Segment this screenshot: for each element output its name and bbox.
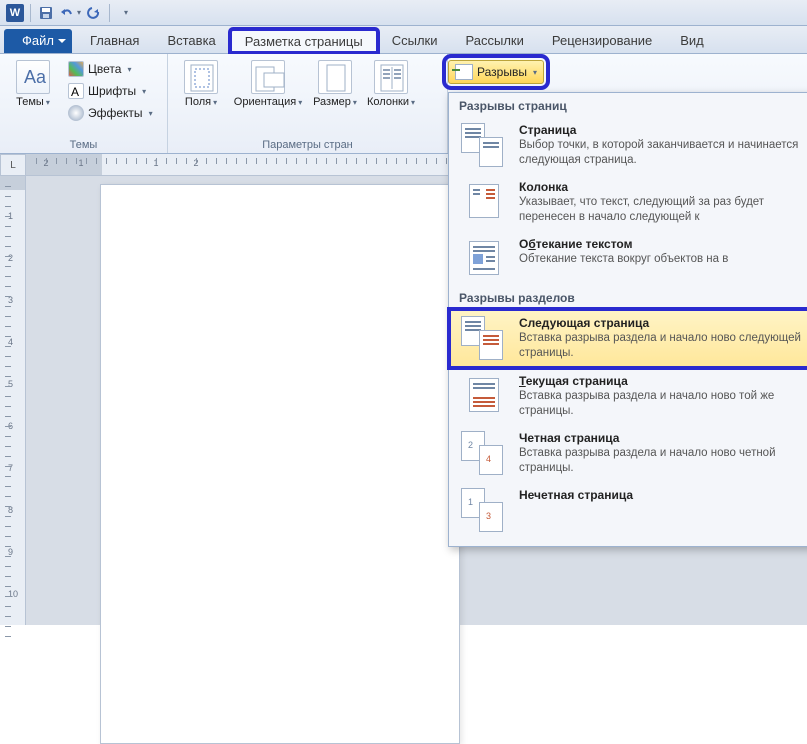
colors-label: Цвета <box>88 62 121 76</box>
fonts-button[interactable]: A Шрифты▾ <box>64 80 157 102</box>
gallery-item-desc: Вставка разрыва раздела и начало ново че… <box>519 446 807 476</box>
orientation-label: Ориентация <box>234 96 296 108</box>
gallery-item-title: Нечетная страница <box>519 488 807 502</box>
size-button[interactable]: Размер▾ <box>310 58 360 109</box>
effects-icon <box>68 105 84 121</box>
page-break-icon <box>459 123 507 165</box>
svg-text:A: A <box>71 85 79 98</box>
tab-insert[interactable]: Вставка <box>153 29 229 53</box>
gallery-item-desc: Вставка разрыва раздела и начало ново сл… <box>519 331 807 361</box>
app-icon[interactable]: W <box>4 3 26 23</box>
page-color-icon[interactable] <box>775 62 799 86</box>
tab-view[interactable]: Вид <box>666 29 718 53</box>
group-page-setup-label: Параметры стран <box>176 137 439 151</box>
customize-qa-button[interactable]: ▾ <box>114 3 136 23</box>
columns-button[interactable]: Колонки▾ <box>366 58 416 109</box>
word-icon: W <box>6 4 24 22</box>
quick-access-toolbar: W ▾ ▾ <box>0 0 807 26</box>
tab-mailings[interactable]: Рассылки <box>452 29 538 53</box>
orientation-button[interactable]: Ориентация▾ <box>232 58 304 109</box>
undo-icon <box>59 6 75 20</box>
column-break-icon <box>459 180 507 222</box>
colors-icon <box>68 61 84 77</box>
continuous-break-icon <box>459 374 507 416</box>
gallery-item-desc: Выбор точки, в которой заканчивается и н… <box>519 138 807 168</box>
gallery-item-column[interactable]: Колонка Указывает, что текст, следующий … <box>449 174 807 231</box>
gallery-item-desc: Вставка разрыва раздела и начало ново то… <box>519 389 807 419</box>
gallery-item-title: Страница <box>519 123 807 137</box>
gallery-item-next-page[interactable]: Следующая страница Вставка разрыва разде… <box>449 309 807 368</box>
margins-icon <box>184 60 218 94</box>
gallery-item-title: Колонка <box>519 180 807 194</box>
ribbon-rhs-buttons <box>737 62 799 86</box>
tab-review[interactable]: Рецензирование <box>538 29 666 53</box>
breaks-button[interactable]: Разрывы ▾ <box>448 60 544 84</box>
odd-page-break-icon: 1 3 <box>459 488 507 530</box>
chevron-down-icon: ▾ <box>124 8 128 17</box>
tab-file[interactable]: Файл <box>4 29 72 53</box>
qa-separator <box>30 4 31 22</box>
columns-icon <box>374 60 408 94</box>
svg-text:Aa: Aa <box>24 67 47 87</box>
group-themes-label: Темы <box>8 137 159 151</box>
columns-label: Колонки <box>367 96 409 108</box>
vertical-ruler[interactable]: 12345678910 <box>0 176 26 625</box>
document-page[interactable] <box>100 184 460 744</box>
gallery-item-even-page[interactable]: 2 4 Четная страница Вставка разрыва разд… <box>449 425 807 482</box>
breaks-icon <box>455 64 473 80</box>
ruler-corner[interactable]: L <box>0 154 26 176</box>
breaks-gallery: Разрывы страниц Страница Выбор точки, в … <box>448 92 807 547</box>
undo-button[interactable]: ▾ <box>59 3 81 23</box>
themes-label: Темы <box>16 96 44 108</box>
chevron-down-icon: ▾ <box>533 68 537 77</box>
gallery-item-title: Текущая страница <box>519 374 807 388</box>
margins-label: Поля <box>185 96 211 108</box>
text-wrap-break-icon <box>459 237 507 279</box>
size-label: Размер <box>313 96 351 108</box>
gallery-item-continuous[interactable]: Текущая страница Вставка разрыва раздела… <box>449 368 807 425</box>
next-page-break-icon <box>459 316 507 358</box>
redo-button[interactable] <box>83 3 105 23</box>
gallery-item-odd-page[interactable]: 1 3 Нечетная страница <box>449 482 807 536</box>
even-page-break-icon: 2 4 <box>459 431 507 473</box>
group-themes: Aa Темы▾ Цвета▾ A Шрифты▾ Эффекты▾ Темы <box>0 54 168 153</box>
gallery-header-section-breaks: Разрывы разделов <box>449 285 807 309</box>
fonts-label: Шрифты <box>88 84 136 98</box>
gallery-item-title: Следующая страница <box>519 316 807 330</box>
gallery-item-page[interactable]: Страница Выбор точки, в которой заканчив… <box>449 117 807 174</box>
gallery-item-title: Обтекание текстом <box>519 237 807 251</box>
margins-button[interactable]: Поля▾ <box>176 58 226 109</box>
redo-icon <box>87 6 101 20</box>
qa-separator <box>109 4 110 22</box>
tab-home[interactable]: Главная <box>76 29 153 53</box>
effects-label: Эффекты <box>88 106 143 120</box>
effects-button[interactable]: Эффекты▾ <box>64 102 157 124</box>
breaks-label: Разрывы <box>477 65 527 79</box>
gallery-item-text-wrapping[interactable]: Обтекание текстом Обтекание текста вокру… <box>449 231 807 285</box>
fonts-icon: A <box>68 83 84 99</box>
gallery-item-desc: Указывает, что текст, следующий за раз б… <box>519 195 807 225</box>
watermark-icon[interactable] <box>737 62 761 86</box>
colors-button[interactable]: Цвета▾ <box>64 58 157 80</box>
save-button[interactable] <box>35 3 57 23</box>
size-icon <box>318 60 352 94</box>
tab-references[interactable]: Ссылки <box>378 29 452 53</box>
orientation-icon <box>251 60 285 94</box>
chevron-down-icon: ▾ <box>77 8 81 17</box>
ribbon-tabs: Файл Главная Вставка Разметка страницы С… <box>0 26 807 54</box>
gallery-item-desc: Обтекание текста вокруг объектов на в <box>519 252 807 267</box>
group-page-setup: Поля▾ Ориентация▾ Размер▾ Колонки▾ Парам… <box>168 54 448 153</box>
themes-button[interactable]: Aa Темы▾ <box>8 58 58 109</box>
tab-page-layout[interactable]: Разметка страницы <box>230 29 378 53</box>
gallery-item-title: Четная страница <box>519 431 807 445</box>
gallery-header-page-breaks: Разрывы страниц <box>449 93 807 117</box>
themes-icon: Aa <box>16 60 50 94</box>
save-icon <box>39 6 53 20</box>
